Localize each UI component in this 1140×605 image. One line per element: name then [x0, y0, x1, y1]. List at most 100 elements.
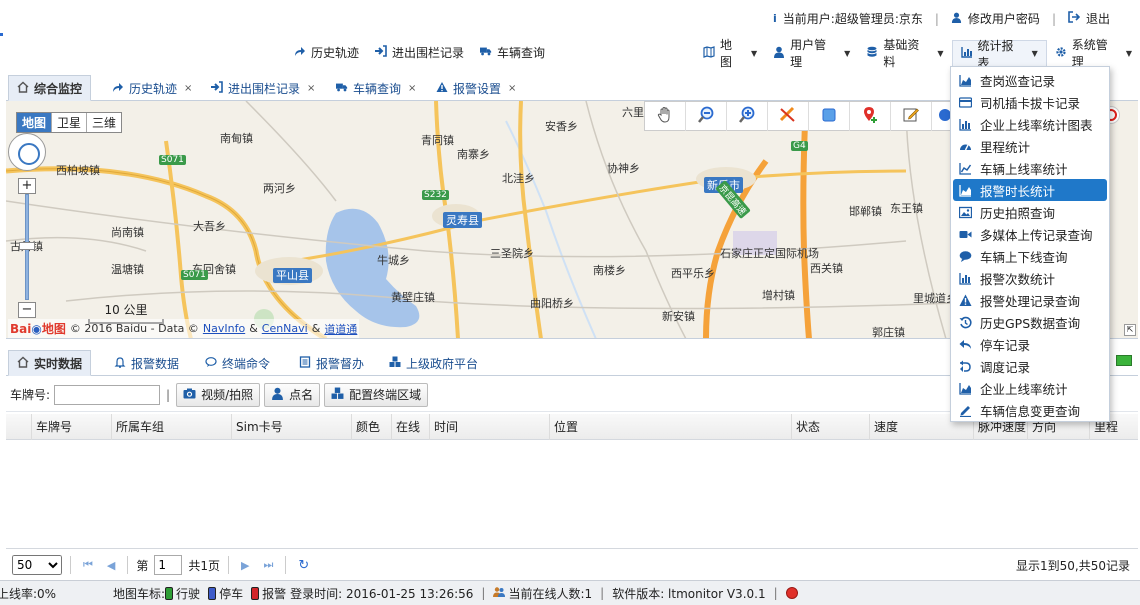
cennavi-link[interactable]: CenNavi	[262, 322, 308, 335]
polygon-icon	[820, 106, 838, 127]
column-header[interactable]: 在线	[392, 414, 430, 440]
roll-call-button[interactable]: 点名	[264, 382, 321, 407]
add-marker-tool-button[interactable]	[850, 102, 891, 131]
menu-user-management[interactable]: 用户管理 ▼	[765, 38, 858, 69]
legend-label: 地图车标:	[113, 586, 166, 601]
battery-status-icon[interactable]	[1116, 355, 1132, 366]
close-icon[interactable]: ×	[307, 83, 315, 94]
stats-menu-item[interactable]: 司机插卡拔卡记录	[953, 91, 1107, 113]
stats-menu-item[interactable]: 多媒体上传记录查询	[953, 223, 1107, 245]
area-tool-button[interactable]	[809, 102, 850, 131]
map-type-satellite[interactable]: 卫星	[52, 113, 88, 132]
sign-in-icon	[375, 45, 387, 60]
column-header[interactable]: 时间	[430, 414, 550, 440]
stats-menu-item[interactable]: 企业上线率统计	[953, 377, 1107, 399]
tab-history[interactable]: 历史轨迹 ×	[104, 75, 200, 101]
quick-links: 历史轨迹 进出围栏记录 车辆查询	[294, 44, 545, 61]
page-number-input[interactable]	[154, 555, 183, 575]
tab-alarm-supervision[interactable]: 报警督办	[291, 350, 372, 376]
column-header[interactable]: 位置	[550, 414, 792, 440]
alarm-sound-icon[interactable]	[785, 587, 798, 599]
share-arrow-icon	[112, 81, 124, 96]
stats-menu-item[interactable]: 里程统计	[953, 135, 1107, 157]
quick-link-history[interactable]: 历史轨迹	[294, 44, 359, 61]
stats-menu-item[interactable]: 历史拍照查询	[953, 201, 1107, 223]
stats-menu-item[interactable]: 报警时长统计	[953, 179, 1107, 201]
page-size-select[interactable]: 50	[12, 555, 62, 575]
tab-government-platform[interactable]: 上级政府平台	[381, 350, 486, 376]
logout-icon	[1068, 11, 1081, 26]
stats-menu-item[interactable]: 调度记录	[953, 355, 1107, 377]
column-header[interactable]: 所属车组	[112, 414, 232, 440]
column-header[interactable]: 颜色	[352, 414, 392, 440]
zoom-in-tool-button[interactable]	[727, 102, 768, 131]
truck-icon	[336, 81, 348, 96]
tab-fence-records[interactable]: 进出围栏记录 ×	[203, 75, 323, 101]
stats-menu-item[interactable]: 停车记录	[953, 333, 1107, 355]
quick-link-vehicle[interactable]: 车辆查询	[480, 44, 545, 61]
tab-terminal-commands[interactable]: 终端命令	[197, 350, 278, 376]
tab-alarm-settings[interactable]: 报警设置 ×	[428, 75, 524, 101]
home-icon	[17, 81, 29, 96]
zoom-in-button[interactable]: +	[18, 178, 36, 194]
last-page-button[interactable]: ⏭	[260, 558, 278, 572]
baidu-logo: Bai◉地图	[10, 322, 66, 336]
column-header[interactable]: Sim卡号	[232, 414, 352, 440]
map-place-label: 邯郸镇	[849, 204, 882, 218]
expand-icon[interactable]: ⇱	[1124, 324, 1136, 336]
plate-input[interactable]	[54, 384, 161, 405]
map-place-label: 平山县	[276, 269, 309, 282]
stats-menu-item[interactable]: 企业上线率统计图表	[953, 113, 1107, 135]
tab-vehicle-query[interactable]: 车辆查询 ×	[328, 75, 424, 101]
refresh-icon[interactable]: ↻	[294, 558, 313, 573]
video-photo-button[interactable]: 视频/拍照	[176, 382, 261, 407]
plate-label: 车牌号:	[10, 388, 51, 402]
stats-menu-item[interactable]: 车辆信息变更查询	[953, 399, 1107, 421]
stats-menu-item[interactable]: 查岗巡查记录	[953, 69, 1107, 91]
configure-area-button[interactable]: 配置终端区域	[324, 382, 429, 407]
tab-alarm-data[interactable]: 报警数据	[106, 350, 187, 376]
draw-tool-button[interactable]	[891, 102, 932, 131]
stats-menu-item[interactable]: 报警次数统计	[953, 267, 1107, 289]
zoom-out-tool-button[interactable]	[686, 102, 727, 131]
menu-system[interactable]: 系统管理 ▼	[1047, 38, 1140, 69]
stats-menu-item[interactable]: 车辆上线率统计	[953, 157, 1107, 179]
close-icon[interactable]: ×	[408, 83, 416, 94]
pan-tool-button[interactable]	[645, 102, 686, 131]
zoom-out-button[interactable]: −	[18, 302, 36, 318]
stats-menu-item[interactable]: 报警处理记录查询	[953, 289, 1107, 311]
pan-control[interactable]	[8, 133, 46, 171]
close-icon[interactable]: ×	[508, 83, 516, 94]
map-place-label: 青同镇	[421, 133, 454, 147]
menu-basic-data[interactable]: 基础资料 ▼	[858, 38, 951, 69]
map-type-map[interactable]: 地图	[17, 113, 53, 132]
column-header[interactable]: 车牌号	[32, 414, 112, 440]
camera-icon	[183, 387, 196, 403]
logout-link[interactable]: 退出	[1086, 10, 1110, 27]
change-password-link[interactable]: 修改用户密码	[968, 10, 1040, 27]
history-icon	[959, 316, 972, 329]
column-header[interactable]: 状态	[792, 414, 870, 440]
tab-overview[interactable]: 综合监控	[8, 75, 92, 101]
menu-statistics[interactable]: 统计报表 ▼	[951, 39, 1047, 70]
map-type-3d[interactable]: 三维	[87, 113, 121, 132]
home-icon	[17, 356, 29, 371]
zoom-slider-handle[interactable]	[19, 242, 35, 250]
next-page-button[interactable]: ▶	[237, 559, 253, 572]
zoom-out-icon	[697, 106, 715, 127]
prev-page-button[interactable]: ◀	[103, 559, 119, 572]
area-chart-icon	[959, 184, 972, 197]
quick-link-fence[interactable]: 进出围栏记录	[375, 44, 464, 61]
tab-realtime-data[interactable]: 实时数据	[8, 350, 92, 376]
online-users: 当前在线人数:1	[493, 585, 592, 602]
stats-menu-item[interactable]: 历史GPS数据查询	[953, 311, 1107, 333]
first-page-button[interactable]: ⏮	[79, 558, 97, 572]
map-place-label: 南甸镇	[220, 131, 253, 145]
close-icon[interactable]: ×	[184, 83, 192, 94]
menu-map[interactable]: 地图 ▼	[695, 38, 765, 69]
measure-tool-button[interactable]	[768, 102, 809, 131]
daodaotong-link[interactable]: 道道通	[324, 321, 357, 337]
stats-menu-item[interactable]: 车辆上下线查询	[953, 245, 1107, 267]
map-place-label: 西平乐乡	[671, 267, 715, 280]
navinfo-link[interactable]: NavInfo	[203, 322, 245, 335]
